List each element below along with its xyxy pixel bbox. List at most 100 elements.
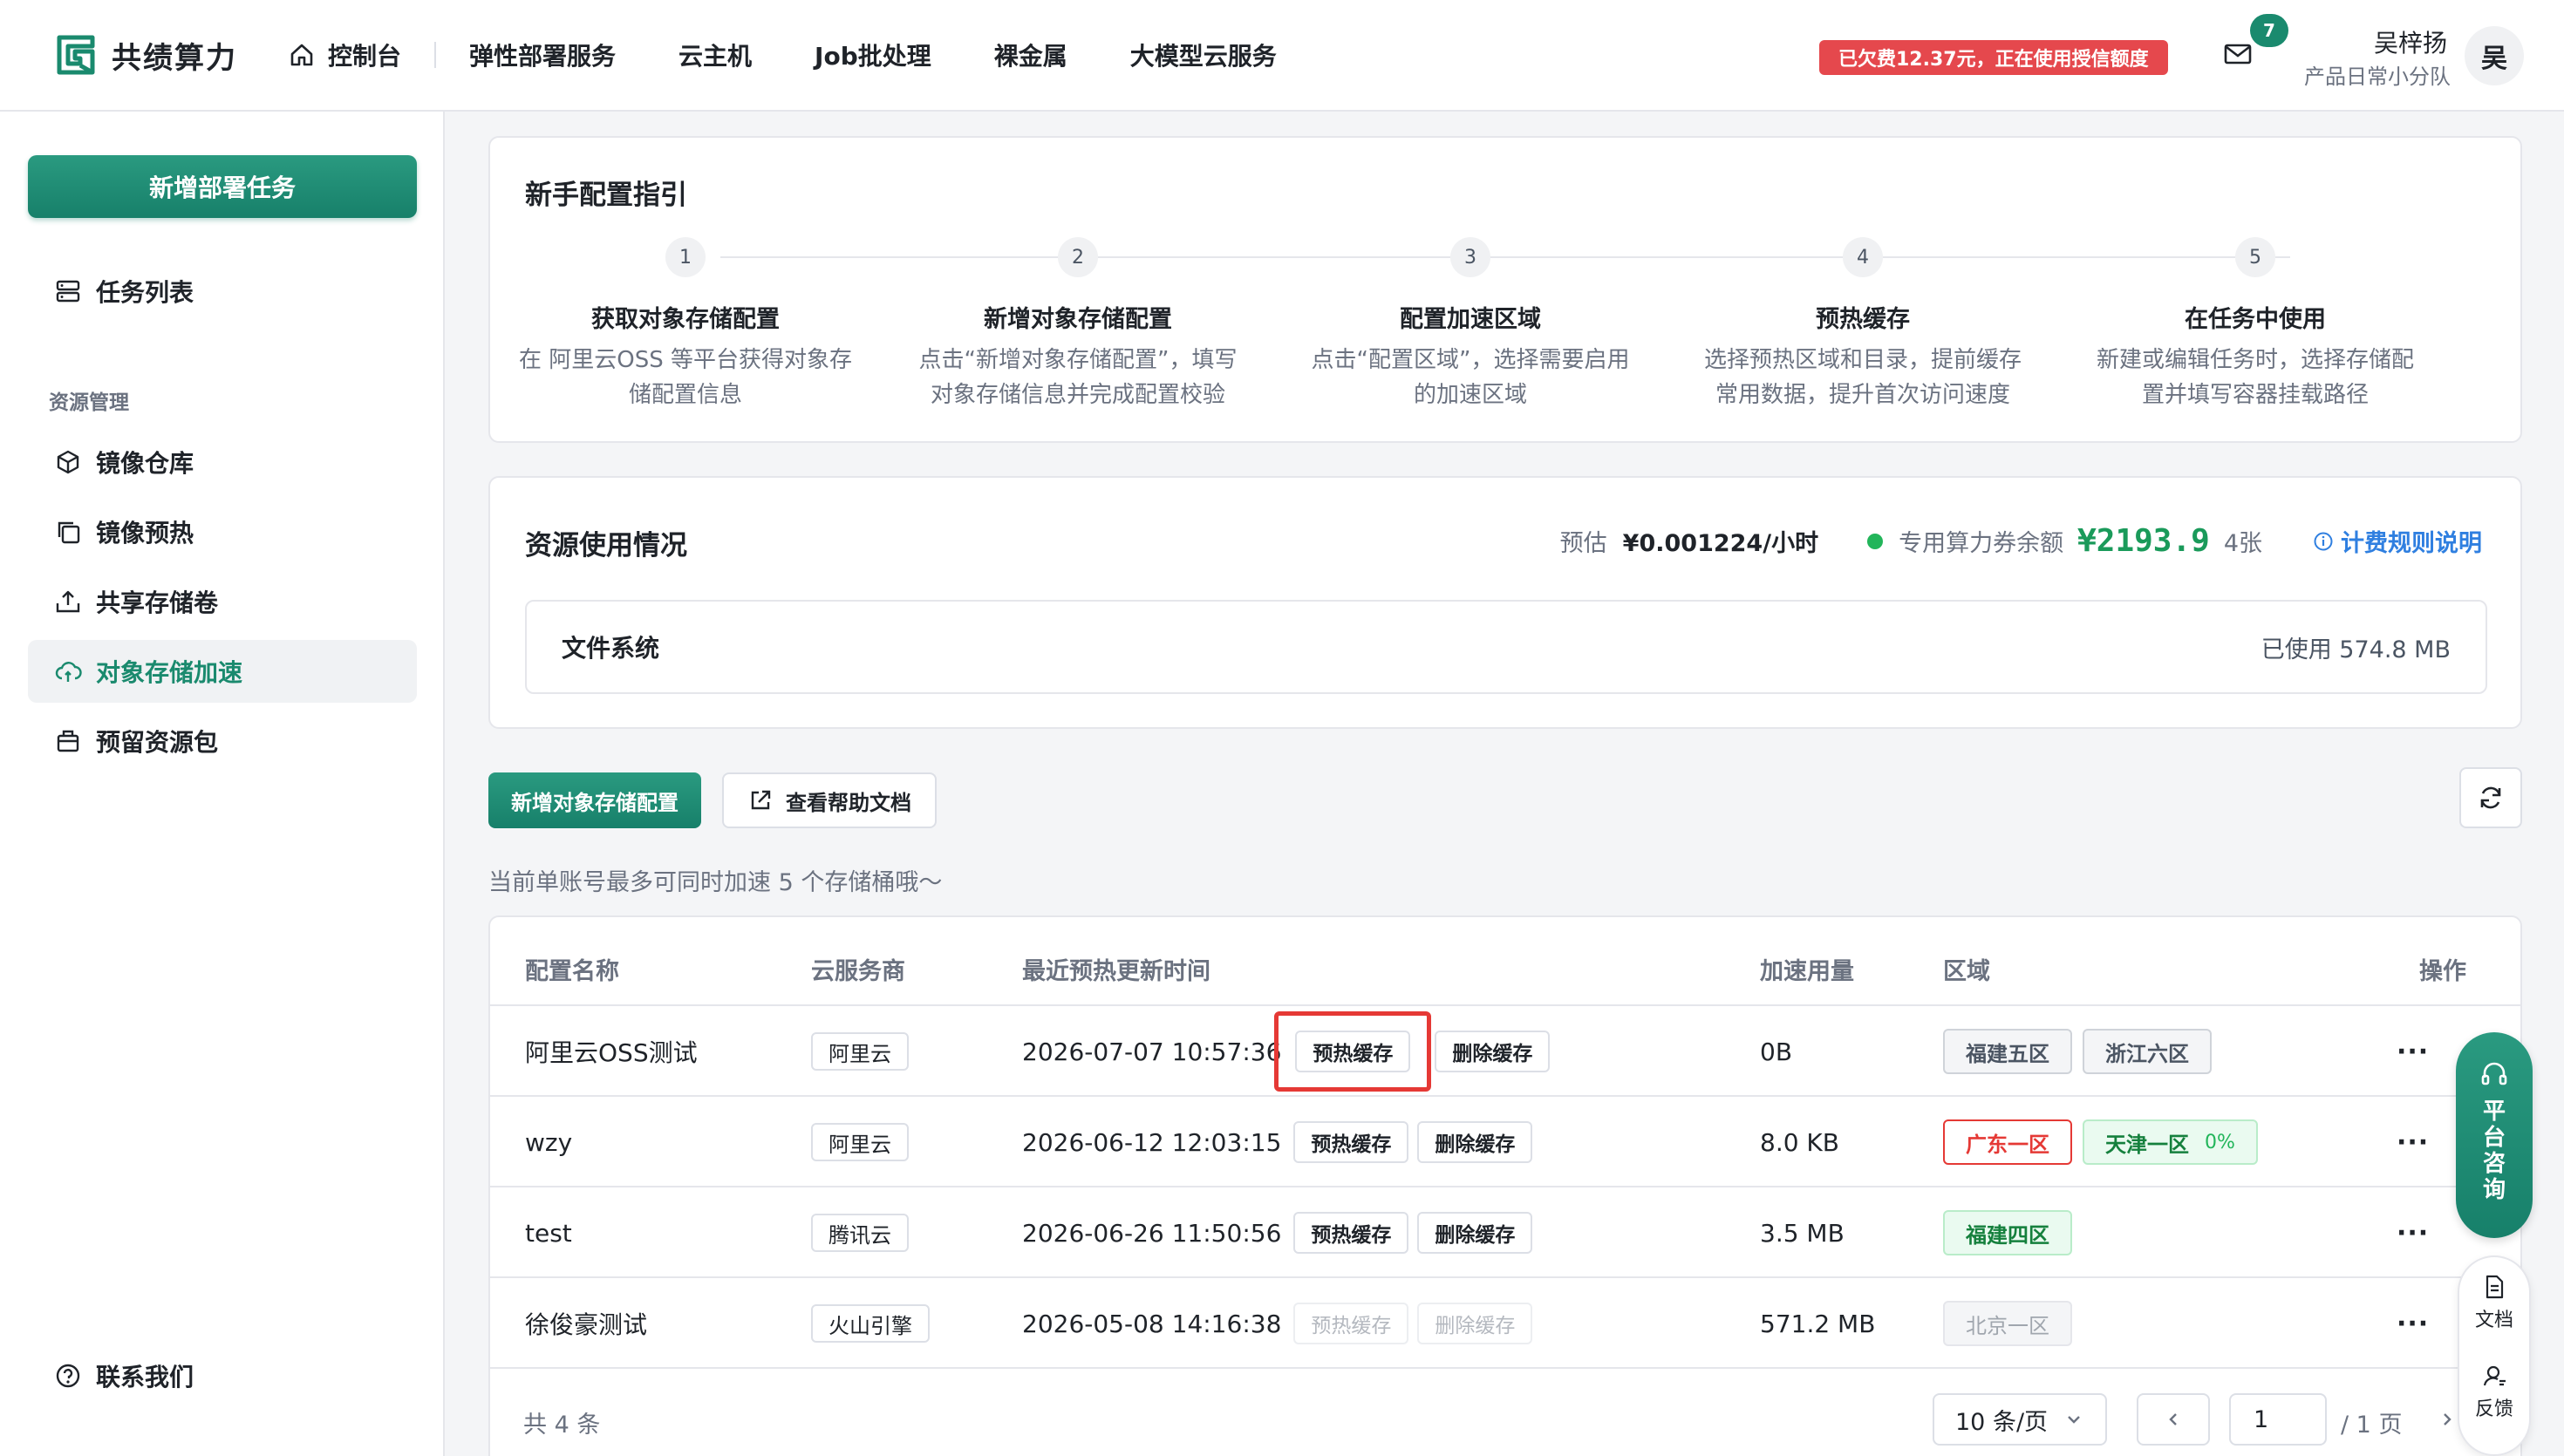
platform-consult-button[interactable]: 平台咨询 (2456, 1032, 2533, 1238)
column-header: 配置名称 (525, 958, 619, 985)
sidebar-item-object-storage-accel[interactable]: 对象存储加速 (28, 640, 417, 703)
new-deploy-task-button[interactable]: 新增部署任务 (28, 155, 417, 218)
avatar[interactable]: 吴 (2465, 26, 2524, 85)
refresh-button[interactable] (2459, 767, 2522, 828)
cube-icon (57, 450, 79, 474)
preheat-cache-button[interactable]: 预热缓存 (1274, 1011, 1432, 1092)
delete-cache-button[interactable]: 删除缓存 (1435, 1031, 1551, 1072)
config-name: 徐俊豪测试 (525, 1310, 648, 1339)
preheat-cache-button[interactable]: 预热缓存 (1293, 1212, 1409, 1254)
sidebar-item-label: 联系我们 (96, 1363, 194, 1391)
document-icon (2486, 1275, 2504, 1299)
step-title: 预热缓存 (1816, 306, 1910, 333)
sidebar-item-task-list[interactable]: 任务列表 (28, 260, 417, 323)
sidebar-item-label: 预留资源包 (96, 728, 219, 757)
config-name: 阿里云OSS测试 (525, 1038, 698, 1067)
table-row: wzy 阿里云 2026-06-12 12:03:15 预热缓存 删除缓存 8.… (490, 1095, 2520, 1186)
help-docs-button[interactable]: 查看帮助文档 (722, 772, 937, 828)
file-system-label: 文件系统 (562, 634, 660, 663)
table-row: 阿里云OSS测试 阿里云 2026-07-07 10:57:36 预热缓存 删除… (490, 1004, 2520, 1095)
floating-toolbar: 文档 反馈 (2458, 1255, 2531, 1456)
nav-llm-service[interactable]: 大模型云服务 (1130, 37, 1277, 72)
region-progress: 0% (2205, 1131, 2235, 1153)
debt-badge[interactable]: 已欠费12.37元，正在使用授信额度 (1819, 40, 2168, 75)
help-circle-icon (56, 1364, 80, 1388)
region-tag[interactable]: 广东一区 (1943, 1119, 2072, 1165)
upload-tray-icon (56, 590, 80, 613)
step-desc: 新建或编辑任务时，选择存储配 置并填写容器挂载路径 (2063, 343, 2447, 412)
guide-step: 4 预热缓存 选择预热区域和目录，提前缓存 常用数据，提升首次访问速度 (1671, 237, 2055, 412)
step-desc-line: 点击“新增对象存储配置”，填写 (918, 347, 1238, 373)
more-actions-icon[interactable]: ··· (2397, 1037, 2429, 1067)
consult-label: 平台咨询 (2482, 1099, 2506, 1203)
usage-summary: 预估 ¥0.001224/小时 专用算力券余额 ¥2193.9 4张 计费规则说… (1560, 523, 2482, 559)
nav-cloud-host[interactable]: 云主机 (679, 37, 752, 72)
step-desc-line: 储配置信息 (628, 382, 742, 408)
step-title: 在任务中使用 (2185, 306, 2326, 333)
delete-cache-button[interactable]: 删除缓存 (1417, 1212, 1533, 1254)
step-desc: 选择预热区域和目录，提前缓存 常用数据，提升首次访问速度 (1671, 343, 2055, 412)
step-title: 配置加速区域 (1400, 306, 1541, 333)
nav-divider (434, 42, 437, 68)
headset-icon (2481, 1062, 2507, 1085)
vendor-tag: 火山引擎 (811, 1304, 930, 1343)
storage-config-table: 配置名称 云服务商 最近预热更新时间 加速用量 区域 操作 阿里云OSS测试 阿… (488, 915, 2522, 1456)
table-row: test 腾讯云 2026-06-26 11:50:56 预热缓存 删除缓存 3… (490, 1186, 2520, 1276)
nav-console[interactable]: 控制台 (288, 37, 401, 72)
copy-icon (58, 521, 80, 544)
billing-rules-link[interactable]: 计费规则说明 (2313, 524, 2482, 558)
region-tag[interactable]: 福建五区 (1943, 1029, 2072, 1074)
region-tag[interactable]: 天津一区 0% (2083, 1119, 2258, 1165)
step-number: 4 (1843, 237, 1883, 277)
more-actions-icon[interactable]: ··· (2397, 1309, 2429, 1339)
preheat-time: 2026-06-12 12:03:15 (1022, 1127, 1282, 1157)
status-dot-icon (1867, 533, 1884, 549)
add-storage-config-button[interactable]: 新增对象存储配置 (488, 772, 701, 828)
more-actions-icon[interactable]: ··· (2397, 1218, 2429, 1248)
docs-button[interactable]: 文档 (2459, 1273, 2529, 1332)
sidebar-item-reserved-pack[interactable]: 预留资源包 (28, 710, 417, 772)
page-size-value: 10 条/页 (1955, 1408, 2049, 1436)
top-bar: 共绩算力 控制台 弹性部署服务 云主机 Job批处理 裸金属 大模型云服务 已欠… (0, 0, 2564, 112)
nav-job-batch[interactable]: Job批处理 (815, 37, 931, 72)
guide-step: 5 在任务中使用 新建或编辑任务时，选择存储配 置并填写容器挂载路径 (2063, 237, 2447, 412)
user-name[interactable]: 吴梓扬 (2374, 24, 2447, 59)
sidebar-item-label: 共享存储卷 (96, 589, 219, 617)
page-size-select[interactable]: 10 条/页 (1933, 1393, 2107, 1446)
nav-elastic-deploy[interactable]: 弹性部署服务 (469, 37, 616, 72)
sidebar-item-image-repo[interactable]: 镜像仓库 (28, 431, 417, 493)
preheat-time: 2026-07-07 10:57:36 (1022, 1037, 1282, 1066)
step-number: 5 (2235, 237, 2275, 277)
sidebar-item-contact[interactable]: 联系我们 (28, 1344, 417, 1407)
voucher-count: 4张 (2223, 530, 2262, 557)
step-desc-line: 常用数据，提升首次访问速度 (1715, 382, 2010, 408)
chevron-down-icon (2068, 1416, 2080, 1424)
step-desc-line: 选择预热区域和目录，提前缓存 (1703, 347, 2022, 373)
step-desc: 在 阿里云OSS 等平台获得对象存 储配置信息 (494, 343, 877, 412)
preheat-cache-button[interactable]: 预热缓存 (1293, 1121, 1409, 1163)
step-desc: 点击“配置区域”，选择需要启用 的加速区域 (1279, 343, 1662, 412)
voucher-label: 专用算力券余额 (1899, 530, 2064, 557)
region-tag[interactable]: 福建四区 (1943, 1210, 2072, 1255)
more-actions-icon[interactable]: ··· (2397, 1127, 2429, 1158)
sidebar-item-image-preheat[interactable]: 镜像预热 (28, 500, 417, 563)
preheat-cache-button: 预热缓存 (1293, 1303, 1409, 1344)
nav-console-label: 控制台 (328, 42, 402, 71)
resource-usage-card: 资源使用情况 预估 ¥0.001224/小时 专用算力券余额 ¥2193.9 4… (488, 476, 2522, 729)
column-header: 最近预热更新时间 (1022, 958, 1210, 985)
total-count: 共 4 条 (523, 1412, 601, 1439)
region-tag[interactable]: 浙江六区 (2083, 1029, 2212, 1074)
sidebar-item-label: 任务列表 (96, 278, 194, 307)
brand-logo[interactable]: 共绩算力 (54, 32, 237, 78)
sidebar-item-shared-volume[interactable]: 共享存储卷 (28, 570, 417, 633)
delete-cache-button[interactable]: 删除缓存 (1417, 1121, 1533, 1163)
cloud-sync-icon (55, 662, 82, 682)
prev-page-button[interactable] (2137, 1393, 2210, 1446)
accel-usage: 8.0 KB (1760, 1127, 1839, 1157)
feedback-button[interactable]: 反馈 (2459, 1362, 2529, 1421)
refresh-icon (2480, 786, 2501, 809)
mail-button[interactable] (2222, 38, 2257, 73)
nav-bare-metal[interactable]: 裸金属 (994, 37, 1067, 72)
page-number-input[interactable]: 1 (2229, 1393, 2327, 1446)
step-number: 3 (1450, 237, 1490, 277)
